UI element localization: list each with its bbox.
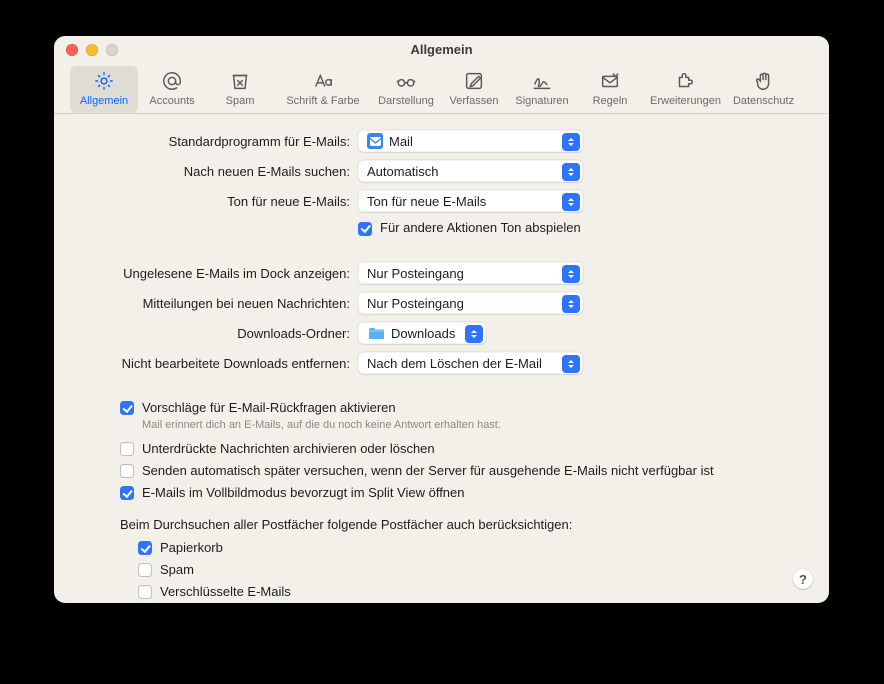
select-dock-unread[interactable]: Nur Posteingang (358, 262, 583, 284)
mail-app-icon (367, 133, 383, 149)
select-value: Nur Posteingang (367, 296, 464, 311)
checkbox-splitview[interactable] (120, 486, 134, 500)
label-splitview: E-Mails im Vollbildmodus bevorzugt im Sp… (142, 485, 465, 501)
gear-icon (92, 70, 116, 92)
checkbox-archive-muted[interactable] (120, 442, 134, 456)
general-pane: Standardprogramm für E-Mails: Mail Nach … (54, 114, 829, 603)
folder-icon (367, 325, 385, 341)
label-notifications: Mitteilungen bei neuen Nachrichten: (82, 296, 358, 311)
chevron-updown-icon (562, 265, 580, 283)
select-value: Nur Posteingang (367, 266, 464, 281)
select-value: Ton für neue E-Mails (367, 194, 486, 209)
label-search-include: Beim Durchsuchen aller Postfächer folgen… (82, 517, 801, 532)
tab-label: Erweiterungen (650, 95, 721, 107)
tab-label: Allgemein (80, 95, 128, 107)
hint-followup-suggestions: Mail erinnert dich an E-Mails, auf die d… (142, 419, 801, 431)
checkbox-include-encrypted[interactable] (138, 585, 152, 599)
hand-icon (752, 70, 776, 92)
tab-label: Accounts (149, 95, 194, 107)
tab-fonts[interactable]: Schrift & Farbe (274, 66, 372, 113)
select-downloads-folder[interactable]: Downloads (358, 322, 486, 344)
minimize-button[interactable] (86, 44, 98, 56)
label-downloads-folder: Downloads-Ordner: (82, 326, 358, 341)
tab-label: Datenschutz (733, 95, 794, 107)
tab-extensions[interactable]: Erweiterungen (644, 66, 727, 113)
label-retry-send: Senden automatisch später versuchen, wen… (142, 463, 714, 479)
signature-icon (530, 70, 554, 92)
window-title: Allgemein (54, 36, 829, 57)
tab-composing[interactable]: Verfassen (440, 66, 508, 113)
titlebar: Allgemein (54, 36, 829, 62)
select-new-mail-sound[interactable]: Ton für neue E-Mails (358, 190, 583, 212)
tab-accounts[interactable]: Accounts (138, 66, 206, 113)
bin-icon (228, 70, 252, 92)
tab-label: Schrift & Farbe (286, 95, 359, 107)
tab-signatures[interactable]: Signaturen (508, 66, 576, 113)
tab-label: Spam (226, 95, 255, 107)
label-new-mail-sound: Ton für neue E-Mails: (82, 194, 358, 209)
label-include-trash: Papierkorb (160, 540, 223, 556)
tab-label: Verfassen (450, 95, 499, 107)
select-remove-downloads[interactable]: Nach dem Löschen der E-Mail (358, 352, 583, 374)
puzzle-icon (673, 70, 697, 92)
select-check-mail[interactable]: Automatisch (358, 160, 583, 182)
checkbox-play-sounds-other[interactable] (358, 222, 372, 236)
select-notifications[interactable]: Nur Posteingang (358, 292, 583, 314)
select-value: Downloads (391, 326, 455, 341)
checkbox-retry-send[interactable] (120, 464, 134, 478)
label-check-mail: Nach neuen E-Mails suchen: (82, 164, 358, 179)
zoom-button[interactable] (106, 44, 118, 56)
close-button[interactable] (66, 44, 78, 56)
select-value: Mail (389, 134, 413, 149)
font-icon (311, 70, 335, 92)
at-icon (160, 70, 184, 92)
rules-icon (598, 70, 622, 92)
tab-junk[interactable]: Spam (206, 66, 274, 113)
checkbox-include-junk[interactable] (138, 563, 152, 577)
preferences-toolbar: Allgemein Accounts Spam Schrift & Farbe … (54, 62, 829, 114)
label-dock-unread: Ungelesene E-Mails im Dock anzeigen: (82, 266, 358, 281)
chevron-updown-icon (562, 355, 580, 373)
window-controls (66, 44, 118, 56)
tab-viewing[interactable]: Darstellung (372, 66, 440, 113)
label-remove-downloads: Nicht bearbeitete Downloads entfernen: (82, 356, 358, 371)
tab-label: Regeln (593, 95, 628, 107)
compose-icon (462, 70, 486, 92)
select-value: Automatisch (367, 164, 439, 179)
label-include-junk: Spam (160, 562, 194, 578)
select-default-email-app[interactable]: Mail (358, 130, 583, 152)
chevron-updown-icon (562, 133, 580, 151)
help-icon: ? (799, 572, 807, 587)
preferences-window: Allgemein Allgemein Accounts Spam Schrif… (54, 36, 829, 603)
select-value: Nach dem Löschen der E-Mail (367, 356, 542, 371)
chevron-updown-icon (562, 193, 580, 211)
label-archive-muted: Unterdrückte Nachrichten archivieren ode… (142, 441, 435, 457)
chevron-updown-icon (465, 325, 483, 343)
checkbox-include-trash[interactable] (138, 541, 152, 555)
tab-general[interactable]: Allgemein (70, 66, 138, 113)
tab-privacy[interactable]: Datenschutz (727, 66, 800, 113)
chevron-updown-icon (562, 163, 580, 181)
tab-rules[interactable]: Regeln (576, 66, 644, 113)
label-followup-suggestions: Vorschläge für E-Mail-Rückfragen aktivie… (142, 400, 396, 416)
label-play-sounds-other: Für andere Aktionen Ton abspielen (380, 220, 581, 236)
help-button[interactable]: ? (793, 569, 813, 589)
label-default-email-app: Standardprogramm für E-Mails: (82, 134, 358, 149)
label-include-encrypted: Verschlüsselte E-Mails (160, 584, 291, 600)
tab-label: Darstellung (378, 95, 434, 107)
tab-label: Signaturen (515, 95, 568, 107)
chevron-updown-icon (562, 295, 580, 313)
glasses-icon (394, 70, 418, 92)
checkbox-followup-suggestions[interactable] (120, 401, 134, 415)
